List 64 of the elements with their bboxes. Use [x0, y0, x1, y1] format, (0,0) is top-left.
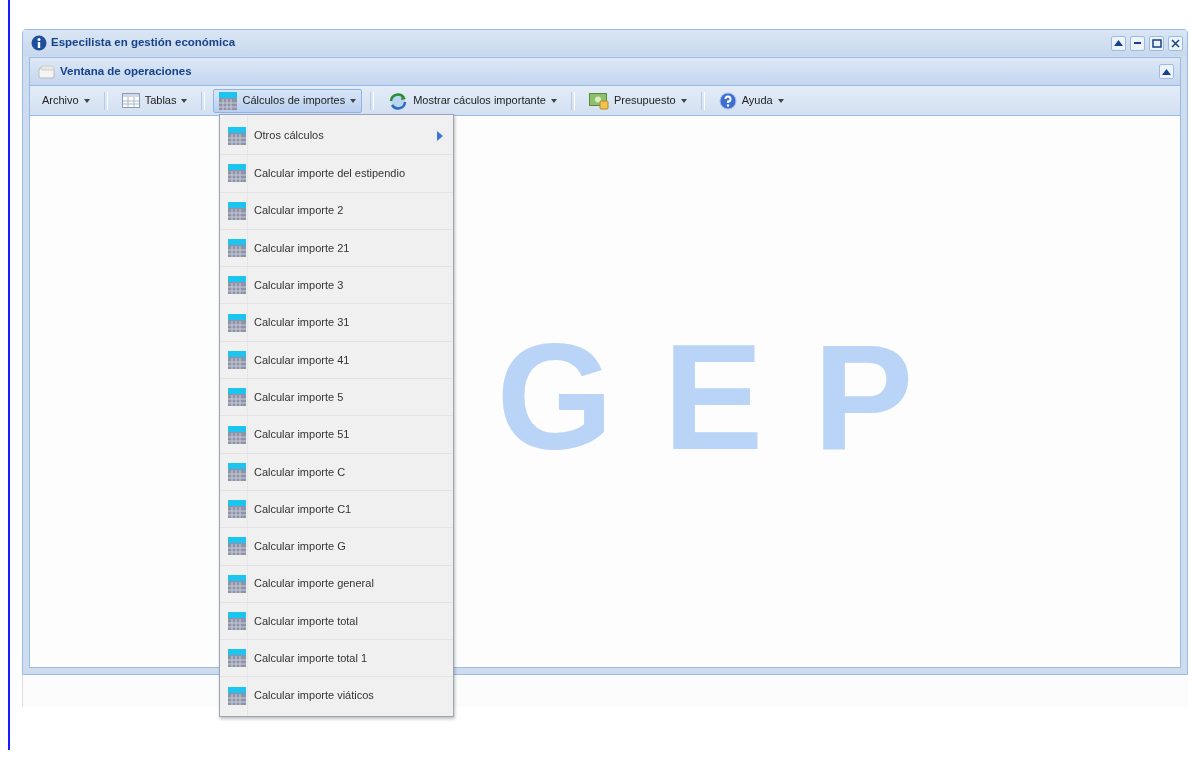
close-icon	[1171, 38, 1180, 48]
panel-title: Ventana de operaciones	[60, 63, 192, 79]
grid-icon	[228, 686, 246, 705]
menu-item[interactable]: Calcular importe C	[220, 452, 453, 490]
menu-item[interactable]: Calcular importe viáticos	[220, 676, 453, 714]
refresh-icon	[388, 91, 409, 110]
caret-icon	[550, 98, 557, 103]
menu-item[interactable]: Calcular importe total 1	[220, 639, 453, 677]
minimize-button[interactable]	[1130, 35, 1145, 51]
toolbar-menu-button[interactable]: Cálculos de importes	[213, 88, 363, 113]
menu-item[interactable]: Calcular importe 51	[220, 415, 453, 453]
collapse-button[interactable]	[1159, 64, 1174, 79]
caret-icon	[83, 98, 90, 103]
toolbar-menu-button[interactable]: Presupuesto	[582, 88, 693, 113]
menu-item[interactable]: Calcular importe total	[220, 601, 453, 640]
window-title: Especilista en gestión económica	[51, 35, 236, 51]
collapse-button[interactable]	[1111, 35, 1126, 51]
grid-icon	[228, 649, 246, 668]
toolbar-menu-button[interactable]: Tablas	[115, 89, 194, 112]
menu-item[interactable]: Calcular importe 41	[220, 340, 453, 379]
window-icon	[38, 64, 56, 79]
up-arrow-icon	[1162, 68, 1171, 75]
grid-icon	[228, 350, 246, 369]
grid-icon	[228, 425, 246, 444]
up-arrow-icon	[1114, 40, 1123, 46]
grid-icon	[228, 500, 246, 519]
toolbar-menu-button[interactable]: Archivo	[36, 89, 96, 112]
toolbar-menu-button[interactable]: Mostrar cáculos importante	[382, 88, 563, 113]
background-logo: GEP	[496, 321, 964, 472]
grid-icon	[228, 313, 246, 332]
maximize-icon	[1151, 38, 1162, 48]
caret-icon	[181, 98, 188, 103]
grid-icon	[228, 612, 246, 630]
grid-icon	[228, 388, 246, 407]
caret-icon	[350, 98, 357, 103]
menu-item[interactable]: Calcular importe 3	[220, 266, 453, 304]
grid-icon	[228, 126, 246, 145]
grid-icon	[219, 91, 238, 110]
caret-icon	[680, 98, 687, 103]
menu-item[interactable]: Calcular importe 21	[220, 228, 453, 267]
grid-icon	[228, 462, 246, 481]
info-icon	[31, 35, 47, 51]
maximize-button[interactable]	[1149, 35, 1164, 51]
menu-item[interactable]: Calcular importe general	[220, 564, 453, 602]
menu-item[interactable]: Otros cálculos	[220, 117, 453, 155]
grid-icon	[228, 537, 246, 556]
grid-icon	[228, 201, 246, 220]
grid-icon	[228, 574, 246, 593]
close-button[interactable]	[1168, 35, 1183, 51]
table-icon	[121, 93, 140, 108]
menu-item[interactable]: Calcular importe 31	[220, 303, 453, 341]
help-icon	[718, 91, 737, 110]
grid-icon	[228, 239, 246, 258]
menu-item[interactable]: Calcular importe 5	[220, 378, 453, 416]
grid-icon	[228, 164, 246, 183]
menu-item[interactable]: Calcular importe G	[220, 527, 453, 565]
budget-icon	[588, 91, 609, 110]
toolbar-menu-button[interactable]: Ayuda	[712, 88, 790, 113]
minimize-icon	[1134, 42, 1141, 44]
menu-item[interactable]: Calcular importe 2	[220, 191, 453, 229]
caret-icon	[777, 98, 784, 103]
menu-item[interactable]: Calcular importe C1	[220, 489, 453, 528]
menu-item[interactable]: Calcular importe del estipendio	[220, 154, 453, 192]
grid-icon	[228, 276, 246, 295]
